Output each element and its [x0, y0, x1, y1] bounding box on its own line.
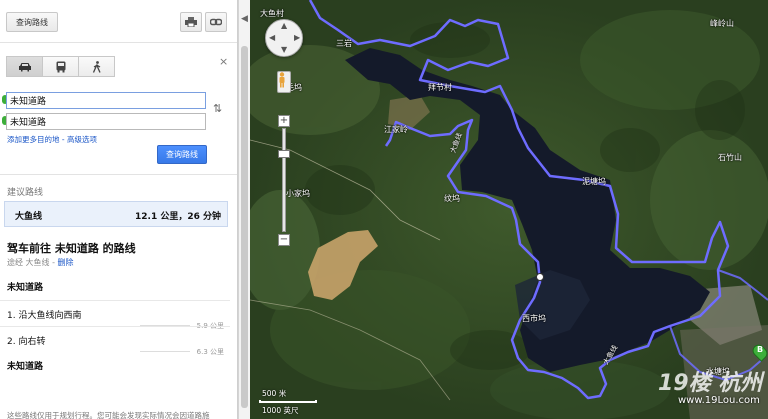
car-icon: [18, 62, 31, 71]
watermark: 19楼 杭州 www.19Lou.com: [658, 365, 764, 415]
search-route-button[interactable]: 查询路线: [157, 145, 207, 164]
pegman-icon: [279, 72, 285, 88]
pan-down-icon[interactable]: ▼: [281, 45, 287, 54]
step-text: 2. 向右转: [7, 337, 46, 347]
place-label: 江家岭: [384, 125, 408, 134]
step-distance: 6.3 公里: [196, 348, 224, 356]
zoom-slider-handle[interactable]: [278, 150, 290, 158]
divider: [0, 174, 237, 175]
place-label: 小家坞: [286, 189, 310, 198]
link-separator: -: [59, 135, 67, 144]
zoom-out-button[interactable]: −: [278, 234, 290, 246]
print-button[interactable]: [180, 12, 202, 32]
remove-via-link[interactable]: 删除: [58, 258, 74, 267]
place-label: 大鱼村: [260, 9, 284, 18]
disclaimer-text: 这些路线仅用于规划行程。您可能会发现实际情况会因道路施: [7, 411, 210, 419]
map-scale: 500 米 1000 英尺: [258, 388, 320, 415]
pan-left-icon[interactable]: ◀: [269, 33, 275, 42]
collapse-panel-icon[interactable]: ◀: [241, 14, 248, 24]
travel-mode-group: [6, 56, 115, 77]
zoom-in-button[interactable]: +: [278, 115, 290, 127]
place-label: 泥塘坞: [582, 177, 606, 186]
route-stats: 12.1 公里，26 分钟: [135, 212, 221, 222]
destination-pin-label: B: [757, 345, 764, 354]
panel-scrollbar[interactable]: ◀: [238, 0, 250, 419]
scale-line: [259, 400, 317, 403]
place-label: 拜节村: [428, 83, 452, 92]
link-icon: [210, 18, 222, 26]
directions-panel: 查询路线 × ⇅ 添加更多目的地 - 高级选项 查询路线 建议路线 大鱼线 12…: [0, 0, 238, 419]
suggested-routes-heading: 建议路线: [7, 188, 44, 198]
via-line: 途经 大鱼线 - 删除: [7, 257, 74, 268]
link-button[interactable]: [205, 12, 227, 32]
advanced-options-link[interactable]: 高级选项: [67, 135, 97, 144]
place-label: 三岩: [336, 39, 352, 48]
walking-icon: [92, 60, 101, 73]
place-label: 石竹山: [718, 153, 742, 162]
mode-transit[interactable]: [42, 56, 79, 77]
scale-metric: 500 米: [262, 389, 287, 398]
satellite-map[interactable]: 大鱼村 三岩 杨毛坞 拜节村 江家岭 峰岭山 小家坞 泥塘坞 石竹山 纹坞 西市…: [250, 0, 768, 419]
extra-links: 添加更多目的地 - 高级选项: [7, 134, 97, 145]
watermark-logo: 19楼 杭州: [658, 371, 763, 396]
place-label: 纹坞: [444, 194, 460, 203]
step-rule: [140, 351, 190, 352]
directions-title: 驾车前往 未知道路 的路线: [7, 242, 136, 255]
route-name: 大鱼线: [15, 212, 43, 222]
scale-imperial: 1000 英尺: [262, 406, 299, 415]
close-icon[interactable]: ×: [219, 55, 228, 68]
zoom-slider-track[interactable]: [282, 128, 286, 232]
end-location: 未知道路: [7, 362, 44, 372]
origin-input[interactable]: [6, 92, 206, 109]
swap-icon[interactable]: ⇅: [213, 102, 222, 115]
map-imagery: [250, 0, 768, 419]
watermark-url: www.19Lou.com: [678, 395, 760, 406]
place-label: 西市坞: [522, 314, 546, 323]
step-text: 1. 沿大鱼线向西南: [7, 311, 82, 321]
scrollbar-thumb[interactable]: [241, 46, 248, 408]
start-location: 未知道路: [7, 283, 44, 293]
street-view-pegman[interactable]: [277, 71, 291, 93]
destination-input[interactable]: [6, 113, 206, 130]
direction-step[interactable]: 1. 沿大鱼线向西南 5.9 公里: [0, 300, 230, 330]
place-label: 峰岭山: [710, 19, 734, 28]
via-text: 途经 大鱼线 -: [7, 258, 58, 267]
print-icon: [185, 17, 197, 27]
bus-icon: [56, 61, 65, 72]
divider: [0, 42, 237, 43]
mode-walking[interactable]: [78, 56, 115, 77]
get-directions-button[interactable]: 查询路线: [6, 12, 58, 32]
add-destination-link[interactable]: 添加更多目的地: [7, 135, 60, 144]
pan-up-icon[interactable]: ▲: [281, 21, 287, 30]
pan-right-icon[interactable]: ▶: [294, 33, 300, 42]
mode-driving[interactable]: [6, 56, 43, 77]
pan-control[interactable]: ▲ ▼ ◀ ▶: [265, 19, 303, 57]
direction-step[interactable]: 2. 向右转 6.3 公里: [0, 326, 230, 356]
route-option[interactable]: 大鱼线 12.1 公里，26 分钟: [4, 201, 228, 227]
